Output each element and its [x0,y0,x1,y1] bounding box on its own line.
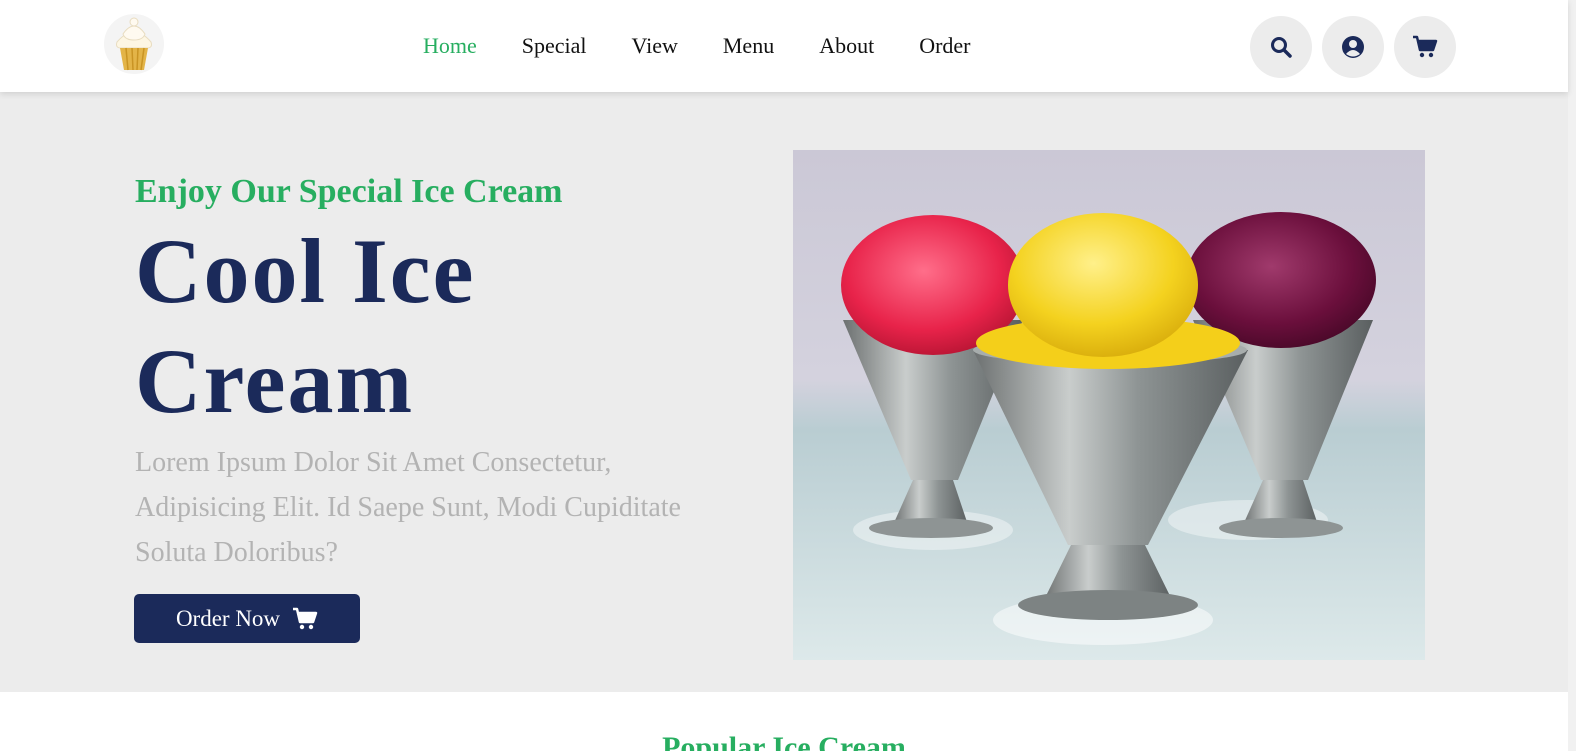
search-button[interactable] [1250,16,1312,78]
hero-title: Cool Ice Cream [135,220,476,432]
account-button[interactable] [1322,16,1384,78]
cart-icon [293,607,318,629]
user-icon [1342,36,1364,58]
cupcake-logo[interactable] [103,12,165,76]
nav-link-order[interactable]: Order [919,31,970,61]
nav-icon-group [1250,16,1466,78]
ice-cream-image [793,150,1425,660]
order-now-label: Order Now [175,605,281,631]
navbar: Home Special View Menu About Order [0,0,1568,92]
nav-link-home[interactable]: Home [423,31,477,61]
nav-link-special[interactable]: Special [522,31,587,61]
order-now-button[interactable]: Order Now [134,594,360,643]
hero-section: Enjoy Our Special Ice Cream Cool Ice Cre… [0,92,1568,692]
hero-description: Lorem Ipsum Dolor Sit Amet Consectetur, … [135,447,681,568]
hero-subtitle: Enjoy Our Special Ice Cream [135,173,563,210]
nav-link-view[interactable]: View [632,31,678,61]
cart-button[interactable] [1394,16,1456,78]
popular-section-title: Popular Ice Cream [662,731,906,751]
main-nav: Home Special View Menu About Order [423,31,1016,61]
search-icon [1271,37,1292,58]
nav-link-menu[interactable]: Menu [723,31,774,61]
page-scrollbar[interactable] [1568,0,1576,751]
nav-link-about[interactable]: About [819,31,874,61]
cart-icon [1413,35,1438,58]
